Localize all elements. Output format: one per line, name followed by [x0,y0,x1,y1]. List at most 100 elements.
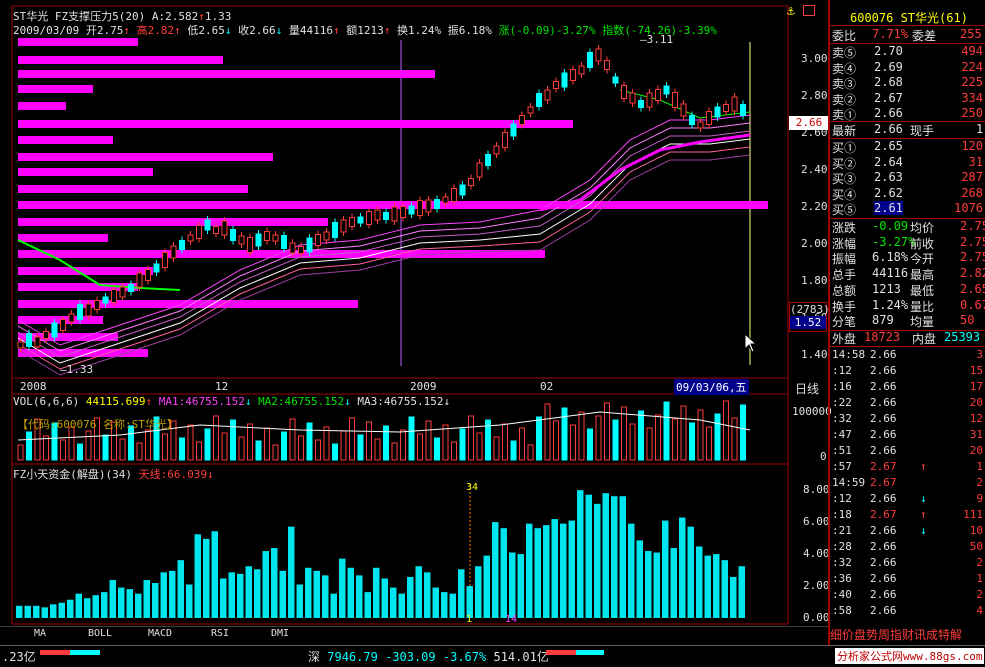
volume-bar [272,444,279,461]
tab-macd[interactable]: MACD [132,628,188,641]
fund-title: FZ小天资金(解盘)(34) [13,468,132,481]
window-icon[interactable] [803,5,815,16]
price-tick: 1.40 [801,348,828,361]
tick-a: ↑ [920,508,927,521]
vol-ma1: MA1:46755.152 [158,395,245,408]
candle-body [706,111,712,125]
support-bar [18,185,248,193]
volume-bar [595,415,602,461]
fund-bar [237,573,244,618]
tick-row[interactable]: :36 2.66 1 [830,572,985,588]
candle-body [281,235,287,249]
stat-row: 分笔 879 均量 50 [830,313,985,329]
tick-row[interactable]: :57 2.67 ↑ 1 [830,460,985,476]
candle-body [417,200,423,216]
sells-price: 2.70 [874,44,903,58]
fund-bar [203,538,210,618]
support-bar [18,234,108,242]
tick-t: :58 [832,604,852,617]
moving-average-lines [17,89,751,376]
sells-price: 2.66 [874,106,903,120]
buys-label: 买③ [832,172,857,186]
market-index-line[interactable]: 深 7946.79 -303.09 -3.67% 514.01亿 [308,648,549,665]
tick-row[interactable]: :32 2.66 2 [830,556,985,572]
buys-label: 买④ [832,187,857,202]
tick-row[interactable]: :28 2.66 50 [830,540,985,556]
webi-label: 委比 [832,29,857,43]
tick-row[interactable]: :32 2.66 12 [830,412,985,428]
tick-t: :47 [832,428,852,441]
tick-v: 2 [976,556,983,569]
cursor-date: 09/03/06,五 [674,379,749,395]
candle-body [544,89,551,101]
outer-inner-row: 外盘 18723 内盘 25393 [830,330,985,346]
fund-arrow: ↓ [206,468,214,481]
tick-row[interactable]: :21 2.66 ↓ 10 [830,524,985,540]
tick-row[interactable]: :12 2.66 ↓ 9 [830,492,985,508]
tick-row[interactable]: :16 2.66 17 [830,380,985,396]
code-label: 【代码:600076 名称:ST华光】 [17,418,178,431]
period-label[interactable]: 日线 [795,380,819,397]
candle-body [102,296,109,304]
volume-bar [247,423,253,461]
chart-canvas[interactable] [0,0,830,645]
time-label-02: 02 [540,380,554,393]
fund-bar [602,493,609,618]
candle-body [629,92,636,104]
tick-row[interactable]: :18 2.67 ↑ 111 [830,508,985,524]
tick-v: 10 [969,524,983,537]
volume-bar [162,433,168,461]
bottom-right-tabs[interactable]: 细价盘势周指财讯成特解 [830,626,962,643]
tick-row[interactable]: :47 2.66 31 [830,428,985,444]
tab-ma[interactable]: MA [12,628,68,641]
support-bar [18,120,573,128]
tab-rsi[interactable]: RSI [192,628,248,641]
quote-sep-7 [830,346,985,347]
tick-row[interactable]: :40 2.66 2 [830,588,985,604]
cursor-box-bottom: 1.52 [790,316,826,329]
quote-sep-1 [830,25,985,26]
candle-body [527,106,534,114]
fund-bar [92,595,99,618]
tick-row[interactable]: 14:58 2.66 3 [830,348,985,364]
candle-body [510,123,517,137]
candle-body [672,92,678,108]
buys-label: 买⑤ [832,203,857,217]
volume-bar [102,434,109,461]
low-arrow: ↓ [224,24,232,37]
tab-dmi[interactable]: DMI [252,628,308,641]
candle-body [187,234,194,242]
tick-v: 111 [963,508,983,521]
support-bar [18,102,66,110]
candle-body [26,333,32,347]
sells-volume: 225 [961,75,983,89]
price-tick: 2.80 [801,89,828,102]
fund-bar [415,566,422,618]
candle-body [128,284,134,292]
candle-body [349,217,355,227]
tick-row[interactable]: :58 2.66 4 [830,604,985,620]
market-pct: -3.67% [442,650,487,664]
stat-l2: 量比 [910,299,935,314]
tab-boll[interactable]: BOLL [72,628,128,641]
open-value: 开2.75 [85,24,124,37]
tick-row[interactable]: :51 2.66 20 [830,444,985,460]
inner-value: 25393 [944,330,981,344]
candle-body [332,222,338,238]
status-bar-red [40,650,70,655]
tick-row[interactable]: :22 2.66 20 [830,396,985,412]
volume-bar [374,438,381,461]
volume-bar [723,400,729,461]
buys-price: 2.65 [874,139,903,153]
volume-bar [391,442,398,461]
tick-p: 2.66 [870,396,897,409]
tick-row[interactable]: :12 2.66 15 [830,364,985,380]
volume-bar [553,420,559,461]
candle-body [485,154,491,166]
buys-price: 2.61 [874,201,903,215]
tick-v: 31 [969,428,983,441]
anchor-icon[interactable]: ⚓ [787,4,795,19]
fund-bar [407,576,414,618]
tick-row[interactable]: 14:59 2.67 2 [830,476,985,492]
volume-bar [340,430,347,461]
